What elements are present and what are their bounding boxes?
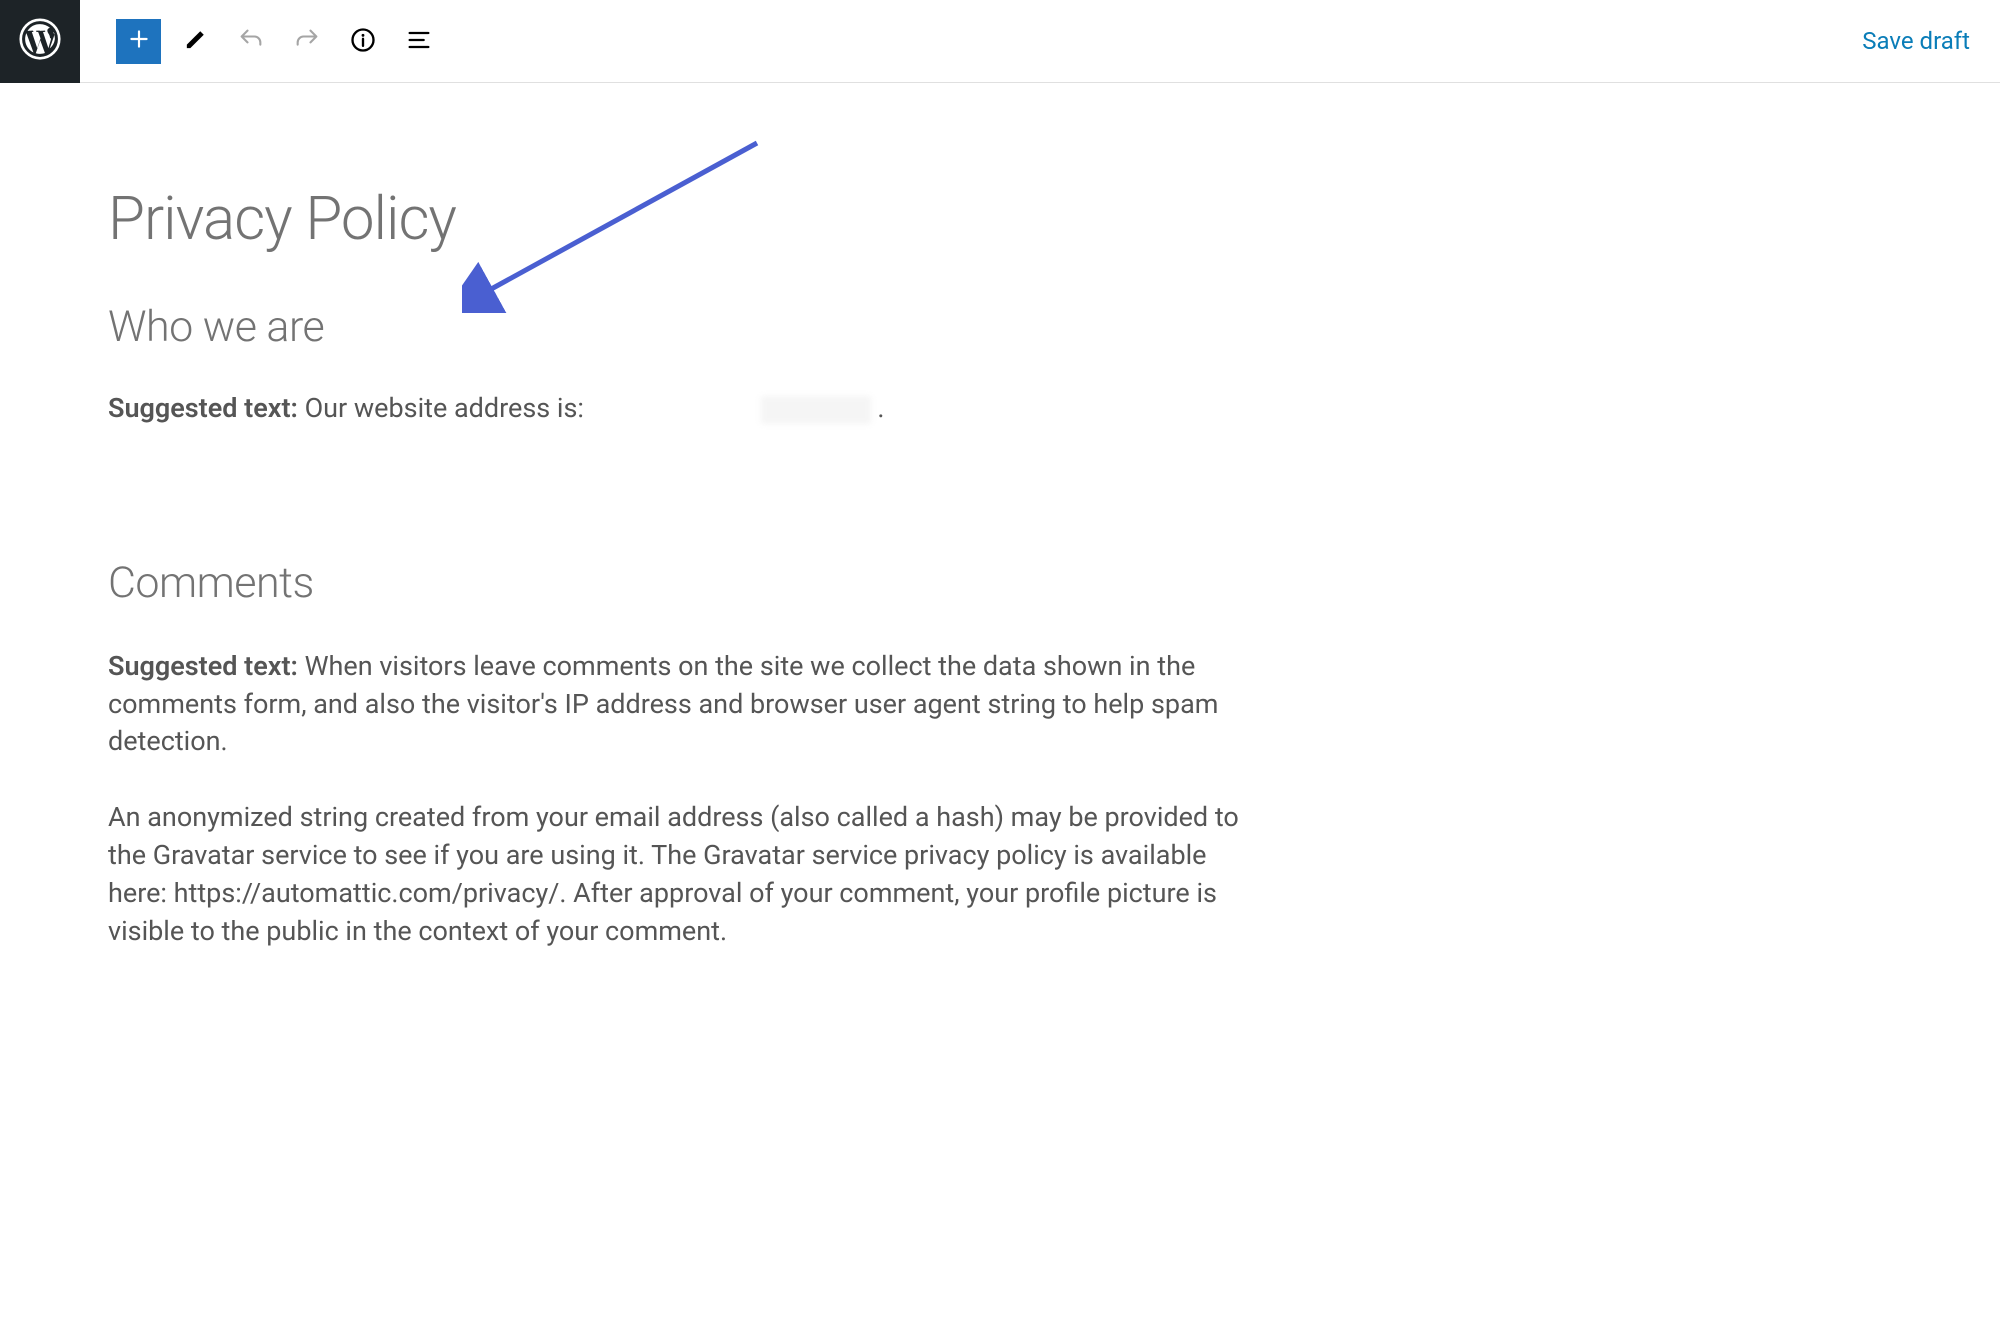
paragraph-text: Our website address is: — [298, 392, 591, 424]
section-heading-who-we-are[interactable]: Who we are — [108, 302, 1252, 352]
suggested-text-label: Suggested text: — [108, 650, 298, 682]
pencil-icon — [181, 26, 209, 57]
paragraph-comments-1[interactable]: Suggested text: When visitors leave comm… — [108, 648, 1252, 761]
redacted-content — [761, 396, 871, 424]
info-icon — [349, 26, 377, 57]
wordpress-icon — [19, 18, 61, 64]
wordpress-logo[interactable] — [0, 0, 80, 83]
undo-button[interactable] — [229, 19, 273, 63]
page-title[interactable]: Privacy Policy — [108, 183, 1252, 254]
section-heading-comments[interactable]: Comments — [108, 558, 1252, 608]
redo-icon — [293, 26, 321, 57]
save-draft-button[interactable]: Save draft — [1862, 27, 1970, 55]
add-block-button[interactable] — [116, 19, 161, 64]
editor-toolbar: Save draft — [0, 0, 2000, 83]
paragraph-comments-2[interactable]: An anonymized string created from your e… — [108, 799, 1252, 950]
toolbar-right-group: Save draft — [1862, 27, 2000, 55]
outline-icon — [405, 26, 433, 57]
editor-content-area[interactable]: Privacy Policy Who we are Suggested text… — [0, 83, 1360, 950]
outline-button[interactable] — [397, 19, 441, 63]
info-button[interactable] — [341, 19, 385, 63]
paragraph-who-we-are[interactable]: Suggested text: Our website address is: … — [108, 390, 1252, 428]
plus-icon — [126, 26, 152, 56]
undo-icon — [237, 26, 265, 57]
suggested-text-label: Suggested text: — [108, 392, 298, 424]
paragraph-trailing: . — [871, 392, 885, 424]
edit-mode-button[interactable] — [173, 19, 217, 63]
toolbar-left-group — [80, 19, 441, 64]
redo-button[interactable] — [285, 19, 329, 63]
